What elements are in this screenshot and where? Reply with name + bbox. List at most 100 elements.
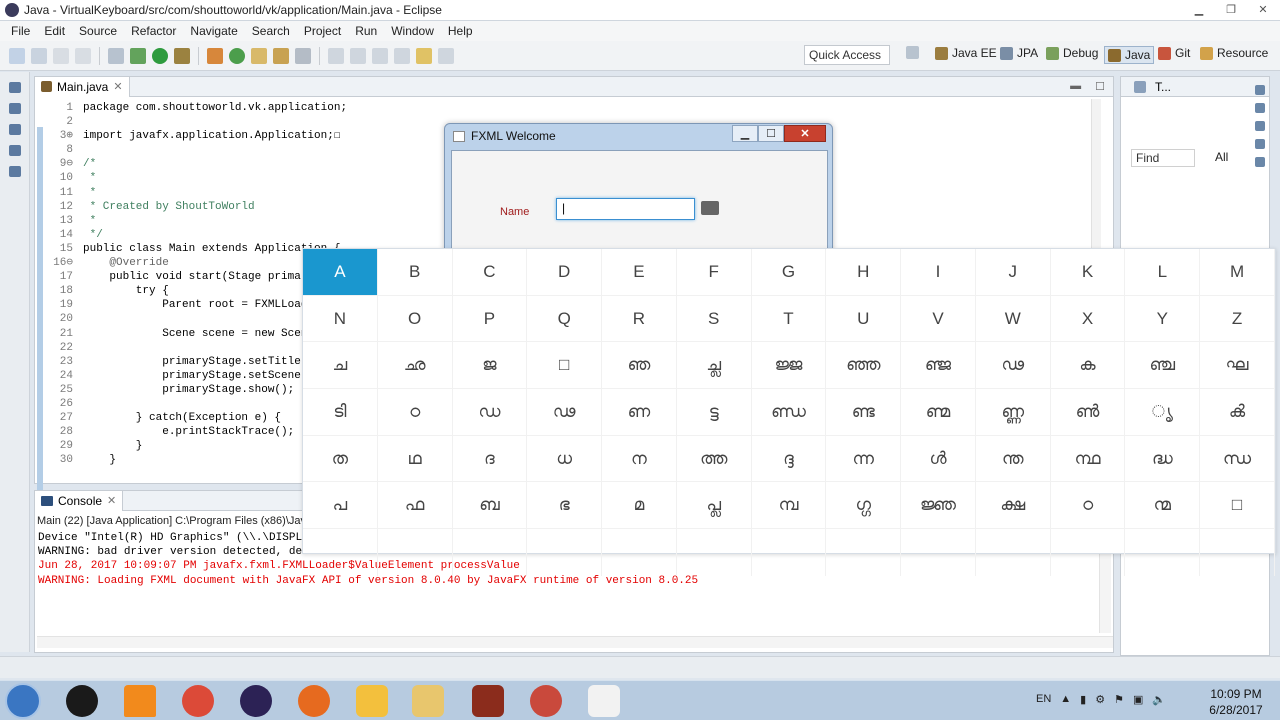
menu-source[interactable]: Source: [72, 24, 124, 38]
settings-icon[interactable]: ⚙: [1095, 693, 1105, 706]
keyboard-key[interactable]: R: [602, 295, 677, 343]
save-all-icon[interactable]: [53, 47, 69, 64]
start-button[interactable]: [5, 683, 41, 719]
keyboard-key[interactable]: പ്ല: [676, 482, 752, 530]
keyboard-key[interactable]: Q: [527, 295, 603, 343]
keyboard-key[interactable]: ഫ: [377, 482, 453, 530]
code-line[interactable]: 2: [45, 115, 347, 129]
console-horizontal-scrollbar[interactable]: [37, 636, 1113, 648]
code-line[interactable]: 13 *: [45, 214, 347, 228]
prev-annotation-icon[interactable]: [372, 47, 388, 64]
keyboard-key[interactable]: ക: [1050, 342, 1126, 390]
keyboard-key[interactable]: □: [527, 342, 603, 390]
security-icon[interactable]: ▣: [1133, 693, 1143, 706]
keyboard-key[interactable]: ന്ന: [826, 435, 902, 483]
keyboard-key[interactable]: ഞ്ച: [1125, 342, 1201, 390]
open-perspective-icon[interactable]: [906, 46, 919, 59]
keyboard-key[interactable]: ഘ: [1200, 342, 1275, 390]
sync-icon[interactable]: [1255, 157, 1265, 167]
code-line[interactable]: 9⊖ /*: [45, 157, 347, 171]
keyboard-key[interactable]: ണ്ണ: [975, 389, 1051, 436]
toggle-icon[interactable]: [108, 47, 124, 64]
menu-navigate[interactable]: Navigate: [183, 24, 244, 38]
new-class-icon[interactable]: [229, 47, 245, 64]
keyboard-key[interactable]: ത: [303, 435, 378, 483]
keyboard-key[interactable]: K: [1050, 249, 1126, 296]
keyboard-key[interactable]: [752, 529, 827, 576]
code-line[interactable]: 11 *: [45, 186, 347, 200]
keyboard-key[interactable]: U: [826, 295, 902, 343]
keyboard-key[interactable]: ച്ല: [676, 342, 752, 390]
keyboard-key[interactable]: N: [303, 295, 378, 343]
menu-refactor[interactable]: Refactor: [124, 24, 183, 38]
chrome-icon[interactable]: [182, 685, 214, 717]
code-line[interactable]: 12 * Created by ShoutToWorld: [45, 200, 347, 214]
keyboard-key[interactable]: C: [452, 249, 528, 296]
keyboard-key[interactable]: M: [1200, 249, 1275, 296]
new-icon[interactable]: [9, 47, 25, 64]
minimize-button[interactable]: ▁: [1188, 2, 1210, 17]
fxml-maximize-button[interactable]: ☐: [758, 125, 784, 142]
pin-icon[interactable]: [394, 47, 410, 64]
keyboard-key[interactable]: ണ്മ: [901, 389, 976, 436]
close-button[interactable]: ✕: [1252, 2, 1274, 17]
menu-search[interactable]: Search: [245, 24, 297, 38]
keyboard-key[interactable]: [901, 529, 976, 576]
next-annotation-icon[interactable]: [350, 47, 366, 64]
keyboard-key[interactable]: ന: [602, 435, 677, 483]
keyboard-key[interactable]: ജ്ഞ: [901, 482, 976, 530]
perspective-debug[interactable]: Debug: [1046, 46, 1098, 60]
keyboard-key[interactable]: W: [975, 295, 1051, 343]
keyboard-key[interactable]: ദ: [452, 435, 528, 483]
project-icon[interactable]: [9, 166, 21, 177]
keyboard-key[interactable]: ഞ്ജ: [901, 342, 976, 390]
keyboard-key[interactable]: ച: [303, 342, 378, 390]
menu-file[interactable]: File: [4, 24, 37, 38]
menu-edit[interactable]: Edit: [37, 24, 72, 38]
navigator-icon[interactable]: [9, 145, 21, 156]
perspective-jpa[interactable]: JPA: [1000, 46, 1038, 60]
hierarchy-icon[interactable]: [9, 124, 21, 135]
outline-icon[interactable]: [1255, 85, 1265, 95]
tab-main-java[interactable]: Main.java ✕: [35, 76, 130, 97]
hp-icon[interactable]: [66, 685, 98, 717]
keyboard-key[interactable]: ന്ത: [975, 435, 1051, 483]
back-icon[interactable]: [416, 47, 432, 64]
tray-expand-icon[interactable]: ▲: [1060, 693, 1071, 706]
keyboard-key[interactable]: G: [751, 249, 827, 296]
keyboard-key[interactable]: ജ: [452, 342, 528, 390]
outline-tab-label[interactable]: T...: [1155, 80, 1171, 94]
keyboard-key[interactable]: ടി: [303, 389, 378, 436]
package-explorer-icon[interactable]: [9, 103, 21, 114]
perspective-java[interactable]: Java: [1104, 46, 1155, 64]
close-icon[interactable]: ✕: [113, 80, 122, 93]
keyboard-key[interactable]: ൿ: [1200, 389, 1275, 436]
fxml-minimize-button[interactable]: ▁: [732, 125, 758, 142]
keyboard-key[interactable]: I: [901, 249, 976, 296]
annotation-icon[interactable]: [328, 47, 344, 64]
keyboard-key[interactable]: [602, 529, 677, 576]
name-input[interactable]: |: [556, 198, 695, 220]
keyboard-key[interactable]: D: [527, 249, 603, 296]
keyboard-key[interactable]: ഠ: [377, 389, 453, 436]
volume-icon[interactable]: 🔈: [1152, 693, 1166, 706]
keyboard-key[interactable]: [1200, 529, 1275, 576]
keyboard-key[interactable]: ൃ: [1125, 389, 1201, 436]
keyboard-key[interactable]: ബ: [452, 482, 528, 530]
keyboard-key[interactable]: ട്ട: [676, 389, 752, 436]
keyboard-key[interactable]: പ: [303, 482, 378, 530]
keyboard-key[interactable]: ന്ധ: [1200, 435, 1275, 483]
keyboard-key[interactable]: ൺ: [1050, 389, 1126, 436]
perspective-java-ee[interactable]: Java EE: [935, 46, 997, 60]
keyboard-key[interactable]: മ: [602, 482, 677, 530]
code-line[interactable]: 1 package com.shouttoworld.vk.application…: [45, 101, 347, 115]
language-indicator[interactable]: EN: [1036, 693, 1051, 706]
keyboard-key[interactable]: B: [377, 249, 453, 296]
flag-icon[interactable]: ⚑: [1114, 693, 1124, 706]
keyboard-key[interactable]: P: [452, 295, 528, 343]
keyboard-key[interactable]: ന്മ: [1125, 482, 1201, 530]
restore-icon[interactable]: [9, 82, 21, 93]
perspective-resource[interactable]: Resource: [1200, 46, 1268, 60]
keyboard-key[interactable]: ഢ: [975, 342, 1051, 390]
keyboard-key[interactable]: E: [602, 249, 677, 296]
